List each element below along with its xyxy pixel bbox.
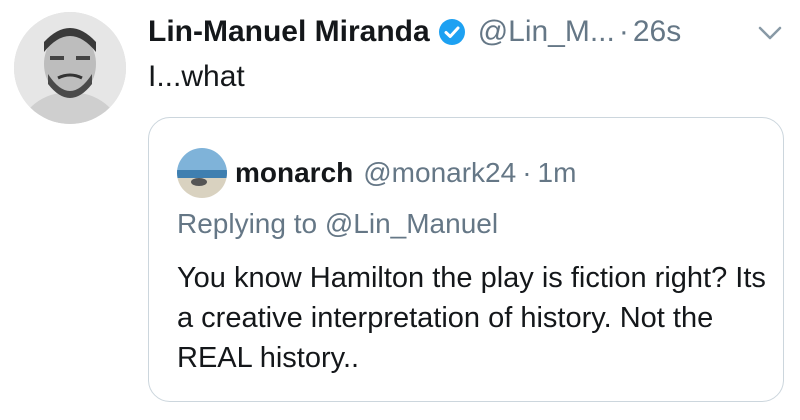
quoted-author-handle[interactable]: @monark24: [363, 157, 516, 189]
quoted-tweet-header: monarch @monark24 · 1m: [177, 148, 576, 198]
author-name[interactable]: Lin-Manuel Miranda: [148, 15, 430, 49]
quoted-tweet-text: You know Hamilton the play is fiction ri…: [177, 262, 766, 374]
beach-avatar-icon[interactable]: [177, 148, 227, 198]
tweet-timestamp[interactable]: 26s: [633, 15, 681, 49]
person-avatar-icon: [14, 12, 126, 124]
quoted-tweet-card[interactable]: monarch @monark24 · 1m Replying to @Lin_…: [148, 117, 784, 402]
verified-badge-icon: [438, 18, 466, 46]
quoted-author-name[interactable]: monarch: [235, 157, 353, 189]
author-avatar[interactable]: [14, 12, 126, 124]
tweet-text: I...what: [148, 60, 245, 93]
separator-dot: ·: [618, 15, 629, 48]
quoted-timestamp[interactable]: 1m: [538, 157, 577, 189]
chevron-down-icon[interactable]: [757, 24, 783, 42]
author-handle[interactable]: @Lin_M...: [478, 15, 615, 49]
tweet-header: Lin-Manuel Miranda @Lin_M... · 26s: [148, 10, 681, 54]
separator-dot: ·: [522, 157, 532, 188]
replying-to[interactable]: Replying to @Lin_Manuel: [177, 208, 498, 240]
